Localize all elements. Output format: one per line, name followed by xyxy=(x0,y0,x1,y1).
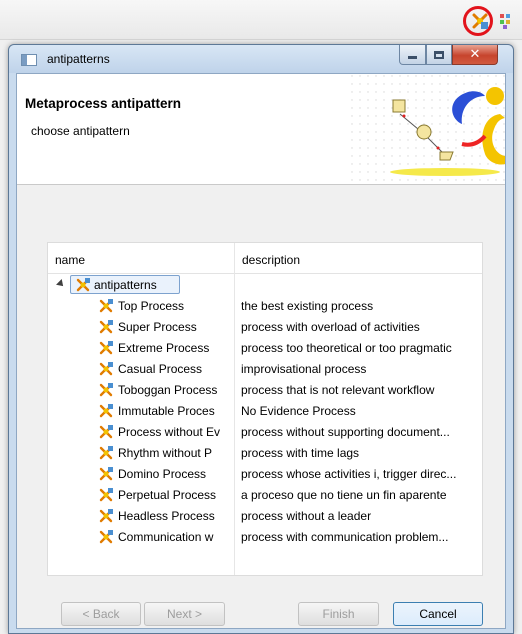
column-header-description[interactable]: description xyxy=(242,253,300,267)
row-name-cell: Extreme Process xyxy=(118,341,210,355)
row-description-cell: process with time lags xyxy=(241,446,360,460)
window-title: antipatterns xyxy=(47,52,110,66)
row-description-cell: No Evidence Process xyxy=(241,404,356,418)
back-button[interactable]: < Back xyxy=(61,602,141,626)
row-name-cell: Domino Process xyxy=(118,467,207,481)
antipattern-icon xyxy=(99,383,113,397)
row-description-cell: process without supporting document... xyxy=(241,425,450,439)
metaprocess-logo-icon xyxy=(350,74,505,184)
table-header: name description xyxy=(48,243,482,274)
row-name-cell: Casual Process xyxy=(118,362,203,376)
antipattern-icon xyxy=(99,446,113,460)
close-button[interactable]: ✕ xyxy=(452,45,498,65)
row-description-cell: process too theoretical or too pragmatic xyxy=(241,341,452,355)
antipattern-icon xyxy=(99,425,113,439)
cancel-button[interactable]: Cancel xyxy=(393,602,483,626)
close-icon: ✕ xyxy=(469,47,481,62)
row-description-cell: process whose activities i, trigger dire… xyxy=(241,467,457,481)
grid-tool-icon[interactable] xyxy=(497,11,517,31)
toolbar-strip xyxy=(0,0,522,40)
antipattern-icon xyxy=(99,467,113,481)
row-name-cell: Process without Ev xyxy=(118,425,221,439)
table-row[interactable]: Top Process the best existing process xyxy=(48,296,482,317)
antipattern-icon xyxy=(99,320,113,334)
table-row[interactable]: Process without Ev process without suppor… xyxy=(48,422,482,443)
row-description-cell: the best existing process xyxy=(241,299,374,313)
antipattern-icon xyxy=(99,299,113,313)
table-row[interactable]: Headless Process process without a leader xyxy=(48,506,482,527)
finish-button[interactable]: Finish xyxy=(298,602,379,626)
antipattern-icon xyxy=(99,530,113,544)
row-description-cell: process with overload of activities xyxy=(241,320,420,334)
banner-subtitle: choose antipattern xyxy=(31,124,130,138)
table-row[interactable]: Immutable Proces No Evidence Process xyxy=(48,401,482,422)
row-name-cell: Communication w xyxy=(118,530,214,544)
tree-root-row[interactable]: antipatterns xyxy=(48,275,482,296)
antipattern-icon xyxy=(99,404,113,418)
table-row[interactable]: Communication w process with communicatio… xyxy=(48,527,482,548)
table-row[interactable]: Perpetual Process a proceso que no tiene … xyxy=(48,485,482,506)
maximize-icon xyxy=(434,50,444,59)
antipattern-icon xyxy=(99,509,113,523)
antipattern-table[interactable]: name description antipatterns Top Proces… xyxy=(47,242,483,576)
antipatterns-dialog: antipatterns ✕ Metaprocess antipattern c… xyxy=(8,44,514,634)
window-icon xyxy=(21,54,37,66)
expand-arrow-icon[interactable] xyxy=(56,279,66,289)
wizard-banner: Metaprocess antipattern choose antipatte… xyxy=(17,74,505,185)
antipattern-icon xyxy=(99,488,113,502)
maximize-button[interactable] xyxy=(426,45,452,65)
table-row[interactable]: Rhythm without P process with time lags xyxy=(48,443,482,464)
row-name-cell: Super Process xyxy=(118,320,197,334)
antipattern-tool-icon[interactable] xyxy=(470,11,490,31)
row-name-cell: Rhythm without P xyxy=(118,446,213,460)
table-row[interactable]: Domino Process process whose activities i… xyxy=(48,464,482,485)
row-description-cell: process that is not relevant workflow xyxy=(241,383,435,397)
row-description-cell: process with communication problem... xyxy=(241,530,449,544)
antipattern-icon xyxy=(76,278,90,292)
antipattern-icon xyxy=(99,362,113,376)
table-row[interactable]: Extreme Process process too theoretical o… xyxy=(48,338,482,359)
dialog-client-area: Metaprocess antipattern choose antipatte… xyxy=(16,73,506,629)
minimize-icon xyxy=(408,56,417,59)
row-description-cell: process without a leader xyxy=(241,509,372,523)
row-description-cell: a proceso que no tiene un fin aparente xyxy=(241,488,447,502)
row-name-cell: Headless Process xyxy=(118,509,215,523)
row-name-cell: Perpetual Process xyxy=(118,488,217,502)
row-name-cell: Immutable Proces xyxy=(118,404,215,418)
antipattern-icon xyxy=(99,341,113,355)
table-row[interactable]: Super Process process with overload of ac… xyxy=(48,317,482,338)
tree-root-label: antipatterns xyxy=(94,278,157,292)
minimize-button[interactable] xyxy=(399,45,426,65)
banner-title: Metaprocess antipattern xyxy=(25,96,182,111)
table-row[interactable]: Casual Process improvisational process xyxy=(48,359,482,380)
next-button[interactable]: Next > xyxy=(144,602,225,626)
row-name-cell: Top Process xyxy=(118,299,185,313)
row-name-cell: Toboggan Process xyxy=(118,383,218,397)
column-header-name[interactable]: name xyxy=(55,253,85,267)
row-description-cell: improvisational process xyxy=(241,362,367,376)
title-bar[interactable]: antipatterns ✕ xyxy=(9,45,513,73)
table-row[interactable]: Toboggan Process process that is not rele… xyxy=(48,380,482,401)
